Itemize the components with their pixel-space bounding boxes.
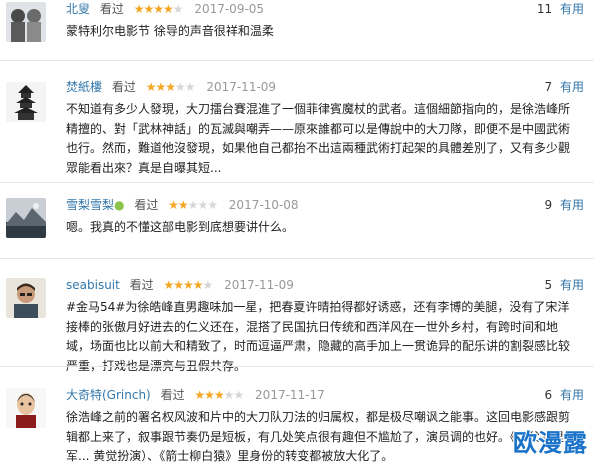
review-meta: 焚紙樓 看过 ★★★★★ 2017-11-09 — [66, 78, 276, 96]
seen-label: 看过 — [99, 2, 124, 16]
review-content: 徐浩峰之前的署名权风波和片中的大刀队刀法的归属权，都是极尽嘲讽之能事。这回电影感… — [66, 410, 577, 463]
useful-button[interactable]: 有用 — [560, 80, 584, 94]
useful-button[interactable]: 有用 — [560, 388, 584, 402]
useful-button[interactable]: 有用 — [560, 2, 584, 16]
review-content: 蒙特利尔电影节 徐导的声音很祥和温柔 — [66, 24, 274, 38]
review-meta: 大奇特(Grinch) 看过 ★★★★★ 2017-11-17 — [66, 386, 325, 404]
avatar[interactable] — [6, 388, 46, 428]
rating-stars: ★★★★★ — [145, 80, 196, 94]
username-link[interactable]: 焚紙樓 — [66, 80, 102, 94]
vote-number: 7 — [544, 80, 553, 94]
seen-label: 看过 — [134, 198, 159, 212]
vote-count: 11 有用 — [537, 0, 584, 18]
review-date: 2017-10-08 — [228, 198, 299, 212]
avatar[interactable] — [6, 278, 46, 318]
rating-stars: ★★★★★ — [133, 2, 184, 16]
rating-stars: ★★★★★ — [163, 278, 214, 292]
review-meta: 北叟 看过 ★★★★★ 2017-09-05 — [66, 0, 264, 18]
vote-number: 9 — [544, 198, 553, 212]
review-item: seabisuit 看过 ★★★★★ 2017-11-09 5 有用 #金马54… — [0, 276, 594, 373]
vote-number: 6 — [544, 388, 553, 402]
useful-button[interactable]: 有用 — [560, 198, 584, 212]
username-link[interactable]: 雪梨雪梨 — [66, 198, 114, 212]
review-date: 2017-11-09 — [224, 278, 294, 292]
useful-button[interactable]: 有用 — [560, 278, 584, 292]
review-content: 嗯。我真的不懂这部电影到底想要讲什么。 — [66, 220, 295, 234]
seen-label: 看过 — [111, 80, 136, 94]
review-date: 2017-11-17 — [255, 388, 325, 402]
username-link[interactable]: seabisuit — [66, 278, 120, 292]
avatar[interactable] — [6, 2, 46, 42]
review-date: 2017-09-05 — [194, 2, 265, 16]
vote-number: 5 — [544, 278, 553, 292]
review-date: 2017-11-09 — [206, 80, 277, 94]
seen-label: 看过 — [160, 388, 185, 402]
review-item: 雪梨雪梨● 看过 ★★★★★ 2017-10-08 9 有用 嗯。我真的不懂这部… — [0, 196, 594, 256]
review-item: 焚紙樓 看过 ★★★★★ 2017-11-09 7 有用 不知道有多少人發現，大… — [0, 78, 594, 178]
seen-label: 看过 — [129, 278, 154, 292]
vote-count: 9 有用 — [545, 196, 584, 214]
pear-emoji-icon: ● — [114, 198, 125, 212]
review-meta: seabisuit 看过 ★★★★★ 2017-11-09 — [66, 276, 294, 294]
vote-number: 11 — [536, 2, 553, 16]
username-link[interactable]: 大奇特(Grinch) — [66, 388, 151, 402]
review-content: 不知道有多少人發現，大刀擂台賽混進了一個菲律賓魔杖的武者。這個細節指向的，是徐浩… — [66, 102, 571, 175]
review-content: #金马54#为徐皓峰直男趣味加一星，把春夏许晴拍得都好诱惑，还有李博的美腿，没有… — [66, 300, 571, 373]
divider — [0, 366, 594, 367]
vote-count: 7 有用 — [545, 78, 584, 96]
avatar[interactable] — [6, 82, 46, 122]
review-item: 大奇特(Grinch) 看过 ★★★★★ 2017-11-17 6 有用 徐浩峰… — [0, 386, 594, 463]
divider — [0, 60, 594, 61]
vote-count: 5 有用 — [545, 276, 584, 294]
divider — [0, 182, 594, 183]
rating-stars: ★★★★★ — [194, 388, 244, 402]
avatar[interactable] — [6, 198, 46, 238]
review-meta: 雪梨雪梨● 看过 ★★★★★ 2017-10-08 — [66, 196, 299, 214]
divider — [0, 258, 594, 259]
username-link[interactable]: 北叟 — [66, 2, 90, 16]
rating-stars: ★★★★★ — [168, 198, 218, 212]
site-watermark: 欧漫露 — [513, 429, 588, 457]
vote-count: 6 有用 — [545, 386, 584, 404]
review-item: 北叟 看过 ★★★★★ 2017-09-05 11 有用 蒙特利尔电影节 徐导的… — [0, 0, 594, 58]
